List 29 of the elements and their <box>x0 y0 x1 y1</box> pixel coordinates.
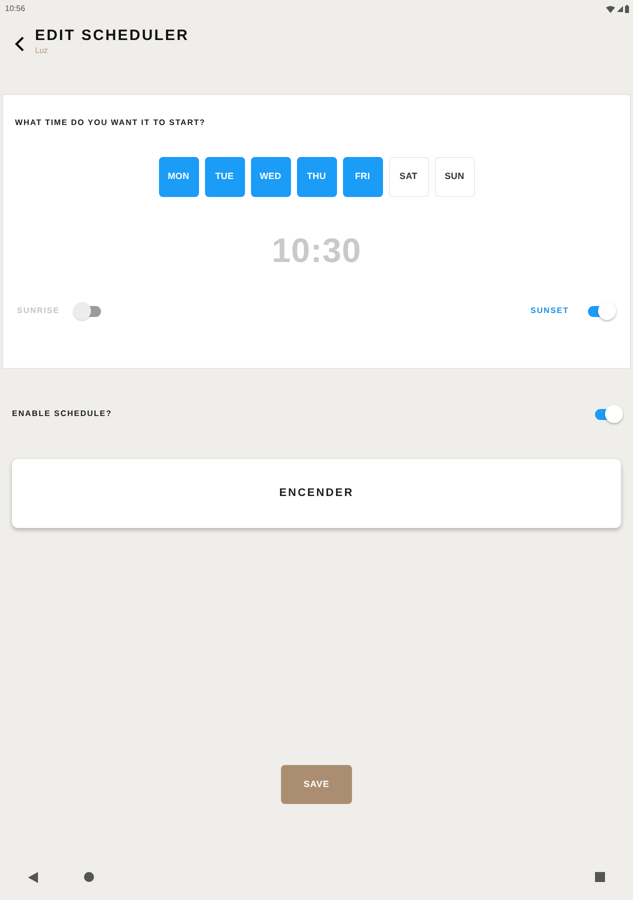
day-button[interactable]: SAT <box>388 157 428 197</box>
battery-icon <box>625 5 629 13</box>
option-label: SUNSET <box>530 306 569 316</box>
day-button[interactable]: THU <box>296 157 336 197</box>
status-time: 10:56 <box>5 5 26 13</box>
back-icon <box>13 36 26 52</box>
day-button[interactable]: SUN <box>434 157 474 197</box>
toggle-switch[interactable] <box>72 302 103 320</box>
action-card[interactable]: ENCENDER <box>12 459 621 528</box>
back-nav-button[interactable] <box>28 872 38 882</box>
question-text: WHAT TIME DO YOU WANT IT TO START? <box>15 118 206 128</box>
save-button[interactable]: SAVE <box>281 765 352 804</box>
signal-icon <box>617 6 623 12</box>
back-triangle-icon <box>28 872 38 882</box>
day-button[interactable]: TUE <box>204 157 244 197</box>
day-button[interactable]: FRI <box>342 157 382 197</box>
toggle-switch[interactable] <box>586 302 616 320</box>
option-label: SUNRISE <box>17 306 60 316</box>
toggle-switch[interactable] <box>593 405 623 423</box>
home-nav-button[interactable] <box>84 872 94 882</box>
page-title: EDIT SCHEDULER <box>35 27 190 45</box>
back-button[interactable] <box>13 36 26 52</box>
day-button[interactable]: WED <box>250 157 290 197</box>
wifi-icon <box>606 6 615 12</box>
page-subtitle: Luz <box>35 46 49 56</box>
day-button[interactable]: MON <box>158 157 198 197</box>
home-circle-icon <box>84 872 94 882</box>
square-icon <box>595 872 605 882</box>
enable-schedule-label: ENABLE SCHEDULE? <box>12 409 112 419</box>
